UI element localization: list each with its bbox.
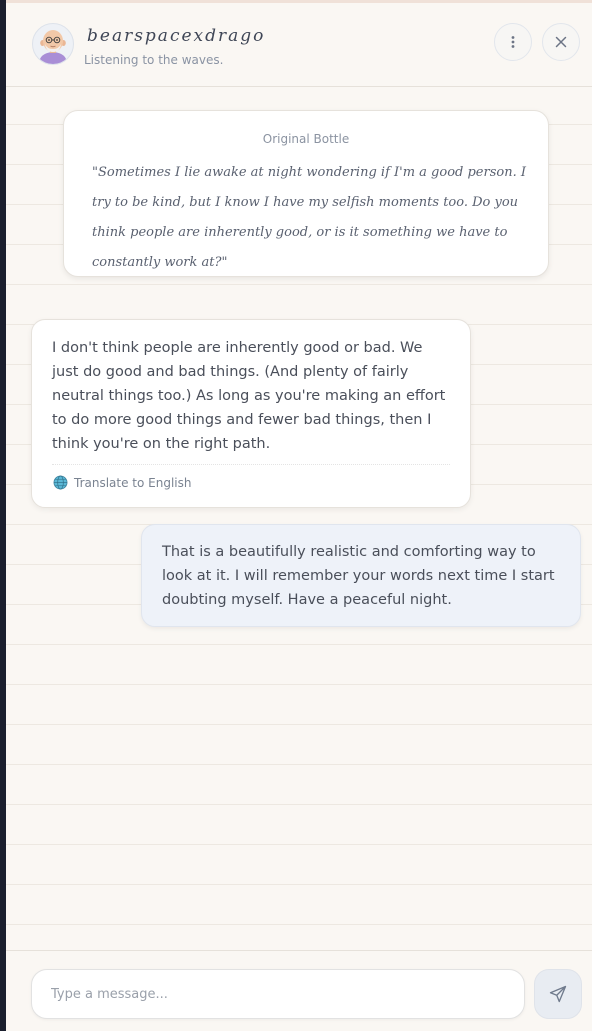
message-divider — [52, 464, 450, 465]
top-accent-line — [6, 0, 592, 3]
outgoing-message: That is a beautifully realistic and comf… — [141, 524, 581, 627]
left-edge-strip — [0, 0, 6, 1031]
original-bottle-label: Original Bottle — [262, 132, 350, 146]
close-button[interactable] — [542, 23, 580, 61]
user-status: Listening to the waves. — [84, 53, 224, 67]
globe-icon — [53, 475, 68, 490]
send-icon — [549, 985, 567, 1003]
chat-header: bearspacexdrago Listening to the waves. — [6, 4, 592, 87]
original-bottle-text: "Sometimes I lie awake at night wonderin… — [92, 165, 526, 270]
send-button[interactable] — [534, 969, 582, 1019]
message-input[interactable] — [31, 969, 525, 1019]
incoming-message-text: I don't think people are inherently good… — [52, 340, 446, 452]
translate-button[interactable]: Translate to English — [53, 475, 192, 490]
incoming-message: I don't think people are inherently good… — [31, 319, 471, 508]
original-bottle-card: Original Bottle "Sometimes I lie awake a… — [63, 110, 549, 277]
translate-label: Translate to English — [74, 475, 192, 490]
bald-man-avatar-icon[interactable] — [32, 23, 74, 65]
more-vertical-icon — [511, 36, 515, 48]
composer-bar — [6, 950, 592, 1031]
close-icon — [555, 36, 567, 48]
username: bearspacexdrago — [87, 26, 266, 46]
outgoing-message-text: That is a beautifully realistic and comf… — [162, 544, 555, 608]
more-options-button[interactable] — [494, 23, 532, 61]
